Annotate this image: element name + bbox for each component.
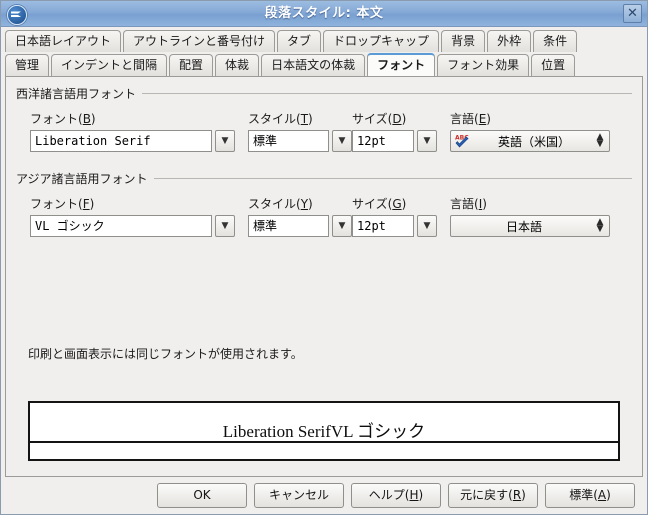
western-language-label: 言語(E) bbox=[450, 112, 491, 126]
cancel-button[interactable]: キャンセル bbox=[254, 483, 344, 508]
chevron-down-icon[interactable]: ▼ bbox=[215, 215, 235, 237]
western-style-label: スタイル(T) bbox=[248, 112, 313, 126]
font-preview-box: Liberation SerifVL ゴシック bbox=[28, 401, 620, 461]
dialog-button-bar: OK キャンセル ヘルプ(H) 元に戻す(R) 標準(A) bbox=[1, 477, 647, 514]
tab-japanese-layout[interactable]: 日本語レイアウト bbox=[5, 30, 122, 52]
tab-row-lower: 管理 インデントと間隔 配置 体裁 日本語文の体裁 フォント フォント効果 位置 bbox=[1, 53, 647, 76]
western-style-field: スタイル(T) 標準 ▼ bbox=[248, 110, 356, 152]
asian-language-label: 言語(I) bbox=[450, 197, 487, 211]
asian-style-label: スタイル(Y) bbox=[248, 197, 313, 211]
western-font-field: フォント(B) Liberation Serif ▼ bbox=[30, 110, 240, 152]
font-tab-panel: 西洋諸言語用フォント フォント(B) Liberation Serif ▼ スタ… bbox=[5, 76, 643, 477]
asian-font-combo[interactable]: VL ゴシック ▼ bbox=[30, 215, 240, 237]
western-size-label: サイズ(D) bbox=[352, 112, 407, 126]
western-font-label: フォント(B) bbox=[30, 112, 96, 126]
group-rule bbox=[153, 178, 632, 179]
chevron-down-icon[interactable]: ▼ bbox=[332, 130, 352, 152]
asian-font-label: フォント(F) bbox=[30, 197, 95, 211]
tab-text-flow[interactable]: 体裁 bbox=[215, 54, 260, 76]
asian-size-field: サイズ(G) 12pt ▼ bbox=[352, 195, 440, 237]
tab-alignment[interactable]: 配置 bbox=[169, 54, 214, 76]
asian-style-input[interactable]: 標準 bbox=[248, 215, 329, 237]
asian-font-group: アジア諸言語用フォント フォント(F) VL ゴシック ▼ スタイル(Y) 標準… bbox=[16, 170, 632, 243]
western-font-input[interactable]: Liberation Serif bbox=[30, 130, 212, 152]
asian-field-row: フォント(F) VL ゴシック ▼ スタイル(Y) 標準 ▼ サイズ(G) 12… bbox=[16, 195, 632, 243]
tab-tabs[interactable]: タブ bbox=[277, 30, 322, 52]
asian-style-field: スタイル(Y) 標準 ▼ bbox=[248, 195, 356, 237]
western-size-combo[interactable]: 12pt ▼ bbox=[352, 130, 440, 152]
tab-indents-spacing[interactable]: インデントと間隔 bbox=[51, 54, 168, 76]
tab-borders[interactable]: 外枠 bbox=[487, 30, 532, 52]
standard-button[interactable]: 標準(A) bbox=[545, 483, 635, 508]
western-language-field: 言語(E) ABC 英語（米国） ▲ ▼ bbox=[450, 110, 610, 152]
printer-font-hint: 印刷と画面表示には同じフォントが使用されます。 bbox=[28, 347, 303, 361]
western-style-combo[interactable]: 標準 ▼ bbox=[248, 130, 356, 152]
preview-sample-text: Liberation SerifVL ゴシック bbox=[222, 422, 426, 441]
asian-size-input[interactable]: 12pt bbox=[352, 215, 414, 237]
western-language-value: 英語（米国） bbox=[497, 134, 570, 149]
asian-size-label: サイズ(G) bbox=[352, 197, 407, 211]
page-title: 段落スタイル: 本文 bbox=[264, 6, 384, 21]
tab-background[interactable]: 背景 bbox=[441, 30, 486, 52]
western-size-field: サイズ(D) 12pt ▼ bbox=[352, 110, 440, 152]
asian-group-title: アジア諸言語用フォント bbox=[16, 172, 148, 186]
spinner-updown-icon[interactable]: ▲ ▼ bbox=[594, 133, 606, 149]
asian-language-field: 言語(I) 日本語 ▲ ▼ bbox=[450, 195, 610, 237]
western-font-combo[interactable]: Liberation Serif ▼ bbox=[30, 130, 240, 152]
asian-size-combo[interactable]: 12pt ▼ bbox=[352, 215, 440, 237]
western-field-row: フォント(B) Liberation Serif ▼ スタイル(T) 標準 ▼ … bbox=[16, 110, 632, 158]
tab-organizer[interactable]: 管理 bbox=[5, 54, 50, 76]
asian-language-combo[interactable]: 日本語 ▲ ▼ bbox=[450, 215, 610, 237]
western-group-header: 西洋諸言語用フォント bbox=[16, 85, 632, 102]
western-group-title: 西洋諸言語用フォント bbox=[16, 87, 137, 101]
asian-style-combo[interactable]: 標準 ▼ bbox=[248, 215, 356, 237]
tab-drop-caps[interactable]: ドロップキャップ bbox=[323, 30, 440, 52]
paragraph-style-dialog: 段落スタイル: 本文 ✕ 日本語レイアウト アウトラインと番号付け タブ ドロッ… bbox=[0, 0, 648, 515]
tab-font-effects[interactable]: フォント効果 bbox=[437, 54, 530, 76]
spellcheck-abc-icon: ABC bbox=[454, 133, 470, 149]
western-font-group: 西洋諸言語用フォント フォント(B) Liberation Serif ▼ スタ… bbox=[16, 85, 632, 158]
chevron-down-icon[interactable]: ▼ bbox=[332, 215, 352, 237]
title-bar: 段落スタイル: 本文 ✕ bbox=[1, 1, 647, 27]
chevron-down-icon[interactable]: ▼ bbox=[417, 130, 437, 152]
tab-row-upper: 日本語レイアウト アウトラインと番号付け タブ ドロップキャップ 背景 外枠 条… bbox=[1, 29, 647, 52]
western-language-combo[interactable]: ABC 英語（米国） ▲ ▼ bbox=[450, 130, 610, 152]
western-size-input[interactable]: 12pt bbox=[352, 130, 414, 152]
asian-font-input[interactable]: VL ゴシック bbox=[30, 215, 212, 237]
tab-condition[interactable]: 条件 bbox=[533, 30, 578, 52]
tab-outline-numbering[interactable]: アウトラインと番号付け bbox=[123, 30, 276, 52]
help-button[interactable]: ヘルプ(H) bbox=[351, 483, 441, 508]
asian-group-header: アジア諸言語用フォント bbox=[16, 170, 632, 187]
tab-asian-typography[interactable]: 日本語文の体裁 bbox=[261, 54, 366, 76]
chevron-down-icon[interactable]: ▼ bbox=[215, 130, 235, 152]
ok-button[interactable]: OK bbox=[157, 483, 247, 508]
group-rule bbox=[142, 93, 632, 94]
spinner-updown-icon[interactable]: ▲ ▼ bbox=[594, 218, 606, 234]
tab-strip: 日本語レイアウト アウトラインと番号付け タブ ドロップキャップ 背景 外枠 条… bbox=[1, 27, 647, 76]
tab-font[interactable]: フォント bbox=[367, 53, 436, 76]
asian-font-field: フォント(F) VL ゴシック ▼ bbox=[30, 195, 240, 237]
western-style-input[interactable]: 標準 bbox=[248, 130, 329, 152]
reset-button[interactable]: 元に戻す(R) bbox=[448, 483, 538, 508]
tab-position[interactable]: 位置 bbox=[531, 54, 576, 76]
close-icon[interactable]: ✕ bbox=[623, 4, 642, 23]
chevron-down-icon[interactable]: ▼ bbox=[417, 215, 437, 237]
asian-language-value: 日本語 bbox=[505, 219, 542, 234]
